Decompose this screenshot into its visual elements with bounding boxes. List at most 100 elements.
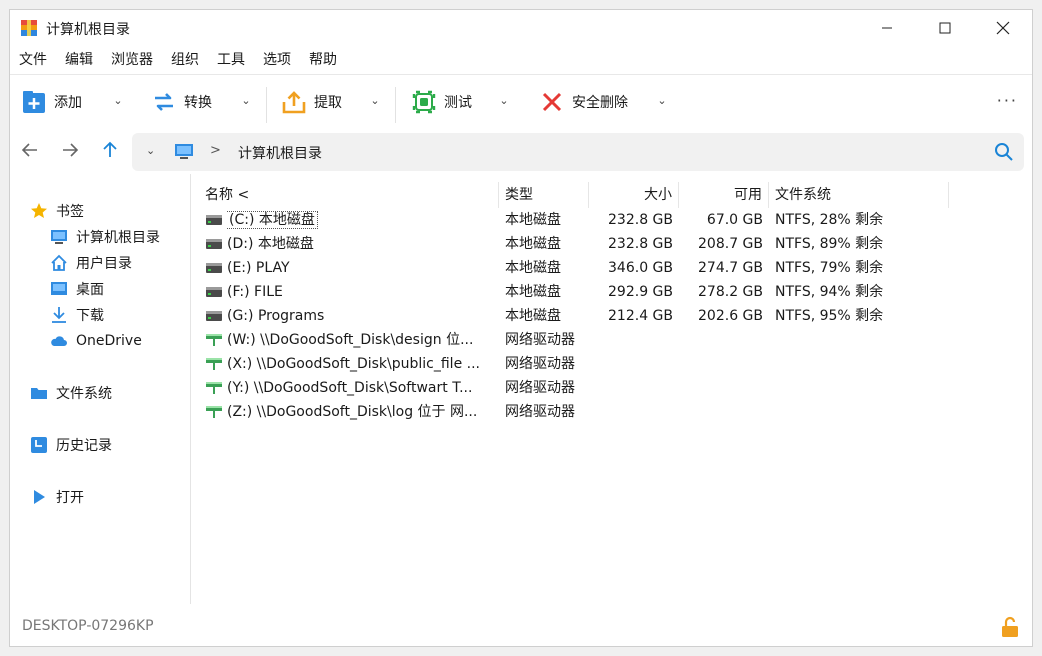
hard-drive-icon xyxy=(206,215,222,225)
column-header-filesystem[interactable]: 文件系统 xyxy=(769,182,949,208)
table-row[interactable]: (Z:) \\DoGoodSoft_Disk\log 位于 网... 网络驱动器 xyxy=(191,400,951,424)
table-row[interactable]: (E:) PLAY 本地磁盘 346.0 GB 274.7 GB NTFS, 79% 剩… xyxy=(191,256,951,280)
toolbar-divider xyxy=(266,87,267,123)
drive-filesystem: NTFS, 89% 剩余 xyxy=(775,236,884,252)
archive-app-icon xyxy=(21,20,37,36)
search-icon[interactable] xyxy=(994,142,1014,162)
column-header-free[interactable]: 可用 xyxy=(679,182,769,208)
more-options-button[interactable]: ··· xyxy=(997,91,1018,110)
add-button[interactable]: 添加 xyxy=(22,87,82,117)
sidebar-item-downloads[interactable]: 下载 xyxy=(50,303,104,327)
breadcrumb-separator-icon: > xyxy=(210,143,221,158)
secure-delete-button[interactable]: 安全删除 xyxy=(540,87,628,117)
menu-tools[interactable]: 工具 xyxy=(208,48,254,72)
drive-name: (E:) PLAY xyxy=(227,260,290,276)
secure-delete-dropdown-chevron-icon[interactable]: ⌄ xyxy=(655,94,669,108)
secure-delete-label: 安全删除 xyxy=(572,95,628,111)
sidebar-item-history[interactable]: 历史记录 xyxy=(30,433,112,457)
drive-size: 346.0 GB xyxy=(608,260,673,276)
convert-button[interactable]: 转换 xyxy=(152,87,212,117)
convert-dropdown-chevron-icon[interactable]: ⌄ xyxy=(239,94,253,108)
sidebar-item-computer-root[interactable]: 计算机根目录 xyxy=(50,225,160,249)
sidebar-item-desktop[interactable]: 桌面 xyxy=(50,277,104,301)
drive-name: (F:) FILE xyxy=(227,284,283,300)
unlock-icon[interactable] xyxy=(1000,616,1020,638)
table-row[interactable]: (D:) 本地磁盘 本地磁盘 232.8 GB 208.7 GB NTFS, 89% 剩… xyxy=(191,232,951,256)
maximize-button[interactable] xyxy=(916,10,974,46)
sidebar-item-label: 用户目录 xyxy=(76,256,132,272)
cloud-icon xyxy=(51,336,67,346)
folder-icon xyxy=(31,388,47,399)
menu-organize[interactable]: 组织 xyxy=(162,48,208,72)
test-dropdown-chevron-icon[interactable]: ⌄ xyxy=(497,94,511,108)
drive-type: 本地磁盘 xyxy=(505,308,561,324)
drive-filesystem: NTFS, 28% 剩余 xyxy=(775,212,884,228)
toolbar-divider xyxy=(395,87,396,123)
extract-dropdown-chevron-icon[interactable]: ⌄ xyxy=(368,94,382,108)
drive-type: 网络驱动器 xyxy=(505,332,575,348)
back-arrow-icon[interactable] xyxy=(18,140,42,164)
table-row[interactable]: (F:) FILE 本地磁盘 292.9 GB 278.2 GB NTFS, 94% 剩… xyxy=(191,280,951,304)
drive-size: 232.8 GB xyxy=(608,236,673,252)
add-label: 添加 xyxy=(54,95,82,111)
computer-icon xyxy=(51,230,67,244)
table-row[interactable]: (C:) 本地磁盘 本地磁盘 232.8 GB 67.0 GB NTFS, 28% 剩余 xyxy=(191,208,951,232)
forward-arrow-icon[interactable] xyxy=(58,140,82,164)
drive-size xyxy=(589,400,673,424)
menu-help[interactable]: 帮助 xyxy=(300,48,346,72)
menu-file[interactable]: 文件 xyxy=(10,48,56,72)
sidebar-item-filesystem[interactable]: 文件系统 xyxy=(30,381,112,405)
extract-label: 提取 xyxy=(314,95,342,111)
drive-filesystem xyxy=(775,400,951,424)
drive-free: 208.7 GB xyxy=(698,236,763,252)
menu-edit[interactable]: 编辑 xyxy=(56,48,102,72)
drive-filesystem: NTFS, 95% 剩余 xyxy=(775,308,884,324)
sidebar-item-label: 下载 xyxy=(76,308,104,324)
breadcrumb-current[interactable]: 计算机根目录 xyxy=(238,143,322,163)
table-row[interactable]: (Y:) \\DoGoodSoft_Disk\Softwart T... 网络驱动… xyxy=(191,376,951,400)
download-icon xyxy=(52,307,66,323)
up-arrow-icon[interactable] xyxy=(98,140,122,164)
sidebar-item-label: 桌面 xyxy=(76,282,104,298)
sidebar-item-bookmarks[interactable]: 书签 xyxy=(30,199,84,223)
table-row[interactable]: (W:) \\DoGoodSoft_Disk\design 位... 网络驱动器 xyxy=(191,328,951,352)
column-header-size[interactable]: 大小 xyxy=(589,182,679,208)
drive-type: 本地磁盘 xyxy=(505,236,561,252)
sidebar-item-label: 计算机根目录 xyxy=(76,230,160,246)
sidebar-item-user-dir[interactable]: 用户目录 xyxy=(50,251,132,275)
table-row[interactable]: (G:) Programs 本地磁盘 212.4 GB 202.6 GB NTFS, 9… xyxy=(191,304,951,328)
menu-options[interactable]: 选项 xyxy=(254,48,300,72)
drive-size: 212.4 GB xyxy=(608,308,673,324)
menu-browser[interactable]: 浏览器 xyxy=(102,48,162,72)
history-icon xyxy=(31,437,47,453)
sidebar-item-open[interactable]: 打开 xyxy=(30,485,84,509)
minimize-button[interactable] xyxy=(858,10,916,46)
star-icon xyxy=(31,203,47,218)
home-icon xyxy=(51,254,67,271)
drive-type: 网络驱动器 xyxy=(505,380,575,396)
column-header-name[interactable]: 名称 < xyxy=(199,182,499,208)
drive-free xyxy=(679,376,763,400)
table-row[interactable]: (X:) \\DoGoodSoft_Disk\public_file ... 网络… xyxy=(191,352,951,376)
title-bar: 计算机根目录 xyxy=(10,10,1032,48)
app-window: 计算机根目录 文件 编辑 浏览器 组织 工具 选项 帮助 添加 ⌄ 转换 ⌄ 提… xyxy=(9,9,1033,647)
drive-name: (D:) 本地磁盘 xyxy=(227,236,314,252)
navigation-bar: ⌄ > 计算机根目录 xyxy=(10,130,1032,174)
drive-free xyxy=(679,400,763,424)
sidebar-item-label: 打开 xyxy=(56,490,84,506)
extract-button[interactable]: 提取 xyxy=(282,87,342,117)
window-title: 计算机根目录 xyxy=(46,22,130,38)
close-button[interactable] xyxy=(974,10,1032,46)
address-bar[interactable]: ⌄ > 计算机根目录 xyxy=(132,133,1024,171)
address-dropdown-chevron-icon[interactable]: ⌄ xyxy=(146,144,155,157)
add-icon xyxy=(23,91,45,113)
drive-free: 274.7 GB xyxy=(698,260,763,276)
drive-type: 本地磁盘 xyxy=(505,260,561,276)
column-header-type[interactable]: 类型 xyxy=(499,182,589,208)
test-button[interactable]: 测试 xyxy=(412,87,472,117)
add-dropdown-chevron-icon[interactable]: ⌄ xyxy=(111,94,125,108)
hard-drive-icon xyxy=(206,239,222,249)
drive-free xyxy=(679,328,763,352)
sidebar-item-onedrive[interactable]: OneDrive xyxy=(50,329,142,353)
play-icon xyxy=(34,490,45,504)
